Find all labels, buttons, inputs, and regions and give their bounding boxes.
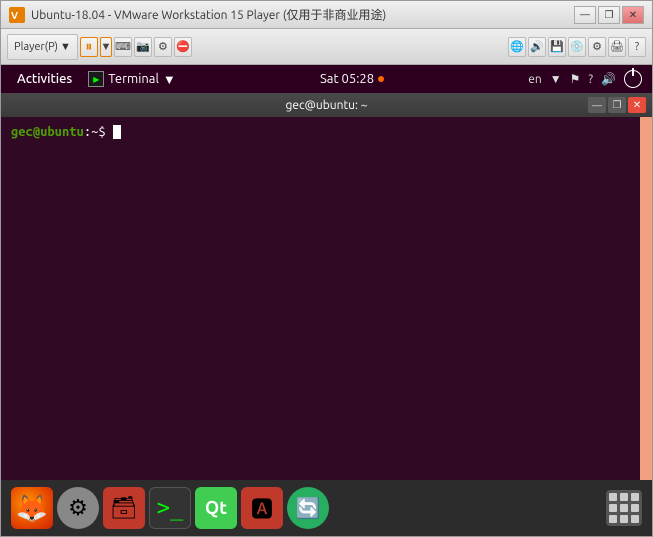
firefox-icon: 🦊 (16, 493, 48, 524)
archive-icon: 🗃 (110, 495, 138, 521)
system-tray: en ▼ ⚑ ? 🔊 (528, 70, 642, 88)
close-button[interactable]: ✕ (622, 6, 644, 24)
dock-archive-manager[interactable]: 🗃 (103, 487, 145, 529)
dock-system-settings[interactable]: ⚙ (57, 487, 99, 529)
clock-dot (378, 76, 384, 82)
terminal-menu-arrow: ▼ (163, 72, 176, 87)
terminal-prompt: gec@ubuntu :~$ (11, 125, 642, 139)
show-applications-button[interactable] (606, 490, 642, 526)
player-menu-button[interactable]: Player(P) ▼ (7, 34, 78, 60)
activities-button[interactable]: Activities (11, 72, 78, 86)
clock-text: Sat 05:28 (320, 72, 374, 86)
terminal-cursor (113, 125, 121, 139)
pause-button[interactable]: ⏸ (80, 37, 98, 57)
settings-dock-icon: ⚙ (68, 495, 88, 521)
terminal-titlebar: gec@ubuntu: ~ — ❐ ✕ (1, 93, 652, 117)
floppy-icon[interactable]: 💾 (548, 37, 566, 57)
network-icon[interactable]: 🌐 (508, 37, 526, 57)
accessibility-icon[interactable]: ⚑ (570, 72, 581, 86)
software-center-icon: 🅰 (251, 492, 273, 524)
cd-icon[interactable]: 💿 (568, 37, 586, 57)
dock-software-center[interactable]: 🅰 (241, 487, 283, 529)
lang-indicator[interactable]: en (528, 73, 541, 86)
dock-update-manager[interactable]: 🔄 (287, 487, 329, 529)
vmware-titlebar: V Ubuntu-18.04 - VMware Workstation 15 P… (1, 1, 652, 29)
vm-content: Activities ▶ Terminal ▼ Sat 05:28 en ▼ ⚑… (1, 65, 652, 536)
settings2-icon[interactable]: ⚙ (588, 37, 606, 57)
prompt-username: gec@ubuntu (11, 125, 84, 139)
dock-qt-creator[interactable]: Qt (195, 487, 237, 529)
player-menu-label: Player(P) (14, 41, 58, 53)
lang-dropdown-arrow[interactable]: ▼ (550, 72, 562, 86)
apps-grid-icon (609, 493, 639, 523)
terminal-body[interactable]: gec@ubuntu :~$ (1, 117, 652, 480)
terminal-minimize[interactable]: — (588, 97, 606, 113)
terminal-menu-label: Terminal (108, 72, 159, 86)
help-icon[interactable]: ? (628, 37, 646, 57)
terminal-close[interactable]: ✕ (628, 97, 646, 113)
settings-icon[interactable]: ⚙ (154, 37, 172, 57)
volume-icon[interactable]: 🔊 (601, 72, 616, 86)
terminal-scrollbar[interactable] (640, 117, 652, 480)
printer-icon[interactable]: 🖨 (608, 37, 626, 57)
qt-icon: Qt (205, 498, 227, 518)
minimize-button[interactable]: — (574, 6, 596, 24)
power-menu[interactable] (624, 70, 642, 88)
vmware-logo-icon: V (9, 7, 25, 23)
sound-icon[interactable]: 🔊 (528, 37, 546, 57)
dock-terminal[interactable]: >_ (149, 487, 191, 529)
window-controls: — ❐ ✕ (574, 6, 644, 24)
vmware-window: V Ubuntu-18.04 - VMware Workstation 15 P… (0, 0, 653, 537)
prompt-space (106, 125, 113, 139)
svg-text:V: V (11, 10, 18, 21)
screenshot-icon[interactable]: 📷 (134, 37, 152, 57)
player-dropdown-arrow: ▼ (60, 41, 71, 53)
dock-firefox[interactable]: 🦊 (11, 487, 53, 529)
update-icon: 🔄 (296, 496, 321, 520)
vmware-toolbar: Player(P) ▼ ⏸ ▼ ⌨ 📷 ⚙ ⛔ 🌐 🔊 💾 💿 ⚙ 🖨 ? (1, 29, 652, 65)
send-ctrl-alt-del-icon[interactable]: ⌨ (114, 37, 132, 57)
usb-icon[interactable]: ⛔ (174, 37, 192, 57)
help-tray-icon[interactable]: ? (588, 73, 593, 86)
ubuntu-topbar: Activities ▶ Terminal ▼ Sat 05:28 en ▼ ⚑… (1, 65, 652, 93)
restore-button[interactable]: ❐ (598, 6, 620, 24)
terminal-controls: — ❐ ✕ (588, 97, 646, 113)
pause-dropdown[interactable]: ▼ (100, 37, 112, 57)
vmware-window-title: Ubuntu-18.04 - VMware Workstation 15 Pla… (31, 6, 574, 23)
terminal-maximize[interactable]: ❐ (608, 97, 626, 113)
ubuntu-dock: 🦊 ⚙ 🗃 >_ Qt 🅰 🔄 (1, 480, 652, 536)
prompt-path: :~$ (84, 125, 106, 139)
terminal-menu[interactable]: ▶ Terminal ▼ (88, 71, 175, 87)
terminal-title: gec@ubuntu: ~ (285, 99, 367, 112)
terminal-window: gec@ubuntu: ~ — ❐ ✕ gec@ubuntu :~$ (1, 93, 652, 480)
ubuntu-clock[interactable]: Sat 05:28 (176, 72, 528, 86)
terminal-menu-icon: ▶ (88, 71, 104, 87)
terminal-dock-icon: >_ (157, 496, 184, 521)
